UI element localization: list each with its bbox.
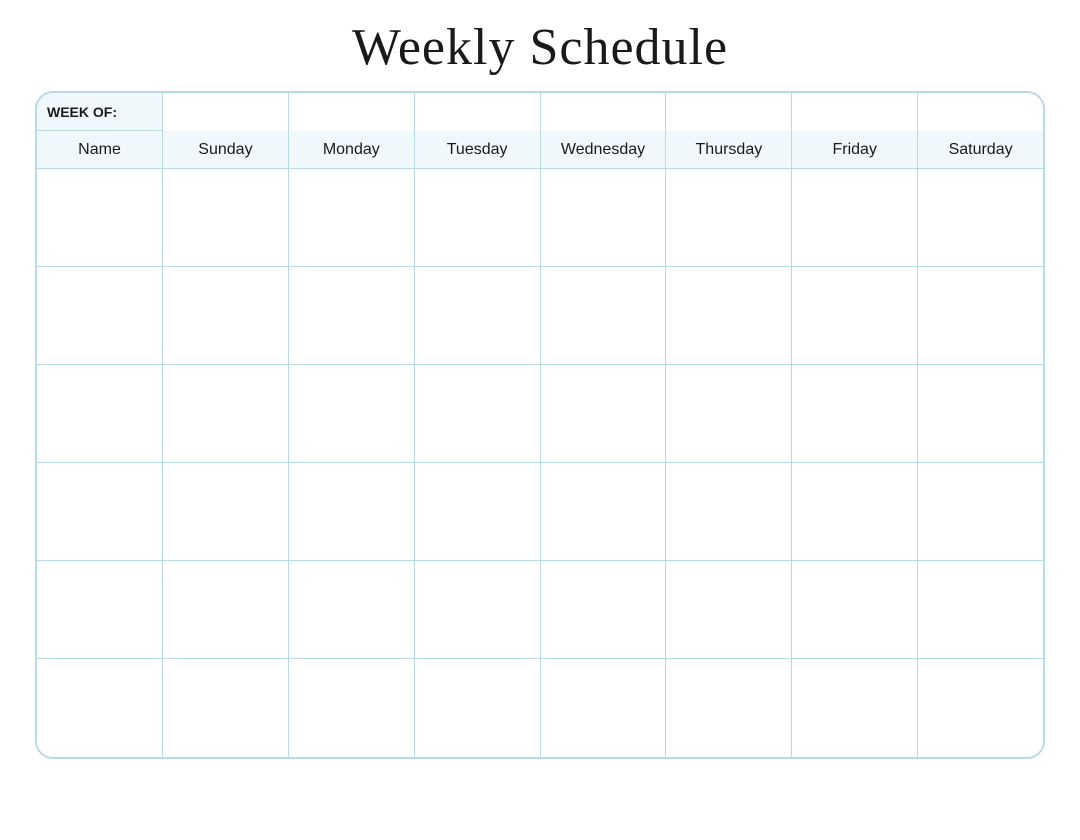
cell-r6-sat[interactable] (918, 659, 1043, 757)
cell-r5-tue[interactable] (415, 561, 541, 658)
header-row: Name Sunday Monday Tuesday Wednesday Thu… (37, 131, 1043, 169)
cell-r3-fri[interactable] (792, 365, 918, 462)
cell-r3-thu[interactable] (666, 365, 792, 462)
week-of-cell-4[interactable] (541, 93, 667, 131)
cell-r6-mon[interactable] (289, 659, 415, 757)
cell-r3-tue[interactable] (415, 365, 541, 462)
header-friday: Friday (792, 131, 918, 168)
week-of-cell-5[interactable] (666, 93, 792, 131)
table-row (37, 561, 1043, 659)
cell-r5-thu[interactable] (666, 561, 792, 658)
week-of-cell-2[interactable] (289, 93, 415, 131)
cell-r6-sun[interactable] (163, 659, 289, 757)
cell-r1-name[interactable] (37, 169, 163, 266)
cell-r2-name[interactable] (37, 267, 163, 364)
cell-r2-sun[interactable] (163, 267, 289, 364)
table-row (37, 169, 1043, 267)
cell-r3-wed[interactable] (541, 365, 667, 462)
header-thursday: Thursday (666, 131, 792, 168)
cell-r4-thu[interactable] (666, 463, 792, 560)
header-saturday: Saturday (918, 131, 1043, 168)
cell-r1-wed[interactable] (541, 169, 667, 266)
header-monday: Monday (289, 131, 415, 168)
cell-r3-sat[interactable] (918, 365, 1043, 462)
cell-r1-thu[interactable] (666, 169, 792, 266)
cell-r4-sat[interactable] (918, 463, 1043, 560)
header-name: Name (37, 131, 163, 168)
table-row (37, 659, 1043, 757)
cell-r2-fri[interactable] (792, 267, 918, 364)
cell-r6-wed[interactable] (541, 659, 667, 757)
cell-r2-wed[interactable] (541, 267, 667, 364)
cell-r1-tue[interactable] (415, 169, 541, 266)
week-of-cell-3[interactable] (415, 93, 541, 131)
week-of-cell-6[interactable] (792, 93, 918, 131)
cell-r4-name[interactable] (37, 463, 163, 560)
table-row (37, 365, 1043, 463)
cell-r1-mon[interactable] (289, 169, 415, 266)
cell-r5-sun[interactable] (163, 561, 289, 658)
cell-r6-name[interactable] (37, 659, 163, 757)
cell-r3-mon[interactable] (289, 365, 415, 462)
page-title: Weekly Schedule (352, 18, 728, 77)
header-tuesday: Tuesday (415, 131, 541, 168)
cell-r1-sun[interactable] (163, 169, 289, 266)
cell-r1-fri[interactable] (792, 169, 918, 266)
week-of-cell-1[interactable] (163, 93, 289, 131)
cell-r2-sat[interactable] (918, 267, 1043, 364)
header-wednesday: Wednesday (541, 131, 667, 168)
cell-r5-wed[interactable] (541, 561, 667, 658)
grid-body (37, 169, 1043, 757)
cell-r6-fri[interactable] (792, 659, 918, 757)
cell-r3-sun[interactable] (163, 365, 289, 462)
cell-r4-tue[interactable] (415, 463, 541, 560)
cell-r4-fri[interactable] (792, 463, 918, 560)
header-sunday: Sunday (163, 131, 289, 168)
cell-r5-fri[interactable] (792, 561, 918, 658)
cell-r5-name[interactable] (37, 561, 163, 658)
cell-r1-sat[interactable] (918, 169, 1043, 266)
cell-r2-mon[interactable] (289, 267, 415, 364)
week-of-label: WEEK OF: (37, 93, 163, 130)
cell-r5-mon[interactable] (289, 561, 415, 658)
cell-r6-tue[interactable] (415, 659, 541, 757)
week-of-row: WEEK OF: (37, 93, 1043, 131)
cell-r5-sat[interactable] (918, 561, 1043, 658)
cell-r4-mon[interactable] (289, 463, 415, 560)
cell-r4-sun[interactable] (163, 463, 289, 560)
table-row (37, 463, 1043, 561)
table-row (37, 267, 1043, 365)
week-of-cells (163, 93, 1043, 131)
cell-r6-thu[interactable] (666, 659, 792, 757)
week-of-cell-7[interactable] (918, 93, 1043, 131)
cell-r2-thu[interactable] (666, 267, 792, 364)
cell-r4-wed[interactable] (541, 463, 667, 560)
schedule-container: WEEK OF: Name Sunday Monday Tuesday Wedn… (35, 91, 1045, 759)
cell-r2-tue[interactable] (415, 267, 541, 364)
cell-r3-name[interactable] (37, 365, 163, 462)
